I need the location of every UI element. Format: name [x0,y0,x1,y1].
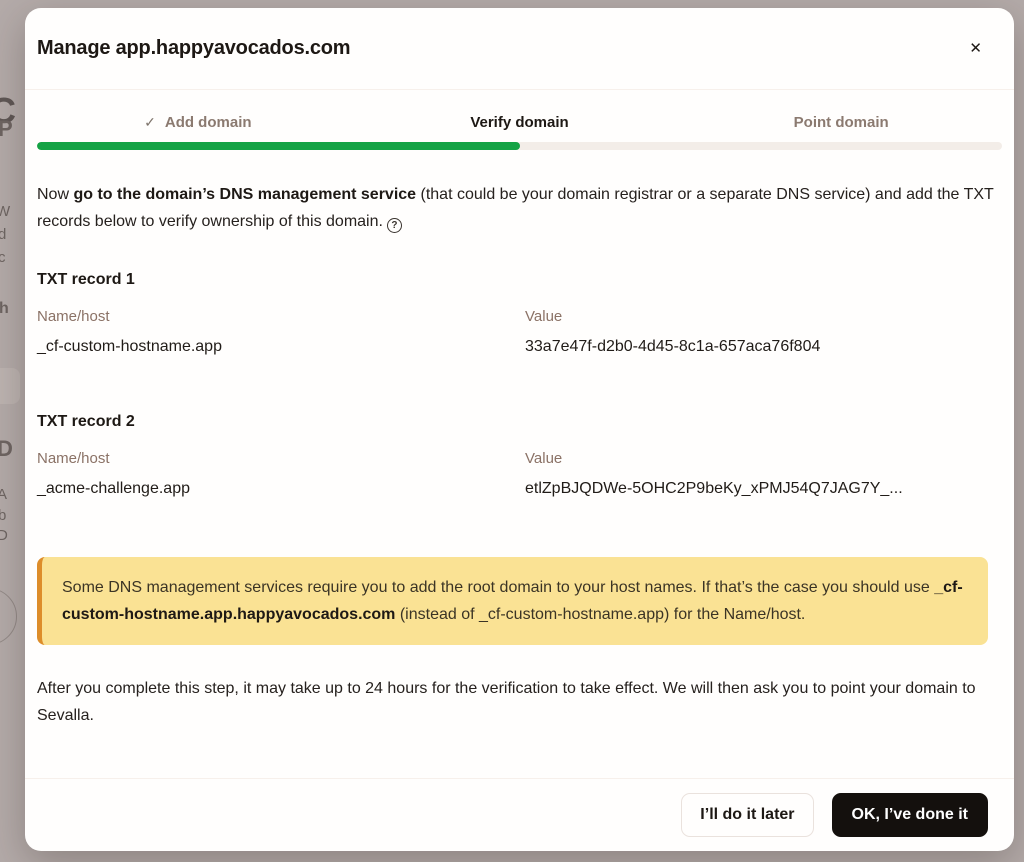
warning-text: (instead of _cf-custom-hostname.app) for… [395,606,805,623]
txt-record-1-title: TXT record 1 [37,271,1002,289]
step-label: Verify domain [470,114,568,131]
help-icon[interactable]: ? [387,218,402,233]
instructions-bold-text: go to the domain’s DNS management servic… [73,186,416,203]
check-icon: ✓ [144,114,156,131]
txt-record-2-name: _acme-challenge.app [37,480,525,498]
background-text-fragment: c [0,249,6,266]
root-domain-warning-callout: Some DNS management services require you… [37,557,988,645]
progress-bar-fill [37,142,520,150]
warning-text: Some DNS management services require you… [62,579,934,596]
dialog-title: Manage app.happyavocados.com [37,37,350,60]
step-label: Add domain [165,114,252,131]
step-point-domain: Point domain [680,114,1002,131]
domain-setup-stepper: ✓ Add domain Verify domain Point domain [37,90,1002,150]
instructions-text: Now [37,186,73,203]
background-card-edge [0,368,20,404]
step-label: Point domain [794,114,889,131]
dialog-header: Manage app.happyavocados.com ✕ [25,8,1014,90]
txt-record-1-labels: Name/host Value [37,308,1002,325]
dialog-footer: I’ll do it later OK, I’ve done it [25,778,1014,851]
verification-time-note: After you complete this step, it may tak… [37,675,997,729]
background-text-fragment: W [0,203,10,220]
txt-record-1-value: 33a7e47f-d2b0-4d45-8c1a-657aca76f804 [525,338,1002,356]
txt-record-1-section: TXT record 1 Name/host Value _cf-custom-… [37,271,1002,356]
txt-record-2-value: etlZpBJQDWe-5OHC2P9beKy_xPMJ54Q7JAG7Y_..… [525,480,1002,498]
txt-record-2-values: _acme-challenge.app etlZpBJQDWe-5OHC2P9b… [37,480,1002,498]
background-text-fragment: h [0,300,9,318]
background-text-fragment: b [0,507,6,524]
progress-bar-track [37,142,1002,150]
background-text-fragment: D [0,436,13,462]
value-label: Value [525,450,1002,467]
do-it-later-button[interactable]: I’ll do it later [681,793,813,837]
value-label: Value [525,308,1002,325]
name-host-label: Name/host [37,308,525,325]
txt-record-1-name: _cf-custom-hostname.app [37,338,525,356]
dialog-body: ✓ Add domain Verify domain Point domain … [25,90,1014,778]
ok-done-button[interactable]: OK, I’ve done it [832,793,988,837]
stepper-labels: ✓ Add domain Verify domain Point domain [37,114,1002,131]
background-circle-button [0,588,17,645]
background-text-fragment: d [0,226,6,243]
step-verify-domain: Verify domain [359,114,681,131]
background-text-fragment: P [0,116,13,142]
txt-record-2-section: TXT record 2 Name/host Value _acme-chall… [37,413,1002,498]
close-icon[interactable]: ✕ [963,35,988,62]
name-host-label: Name/host [37,450,525,467]
txt-record-2-title: TXT record 2 [37,413,1002,431]
manage-domain-dialog: Manage app.happyavocados.com ✕ ✓ Add dom… [25,8,1014,851]
background-text-fragment: D [0,527,8,544]
background-text-fragment: A [0,486,7,503]
txt-record-2-labels: Name/host Value [37,450,1002,467]
txt-record-1-values: _cf-custom-hostname.app 33a7e47f-d2b0-4d… [37,338,1002,356]
step-add-domain: ✓ Add domain [37,114,359,131]
verification-instructions: Now go to the domain’s DNS management se… [37,181,997,235]
